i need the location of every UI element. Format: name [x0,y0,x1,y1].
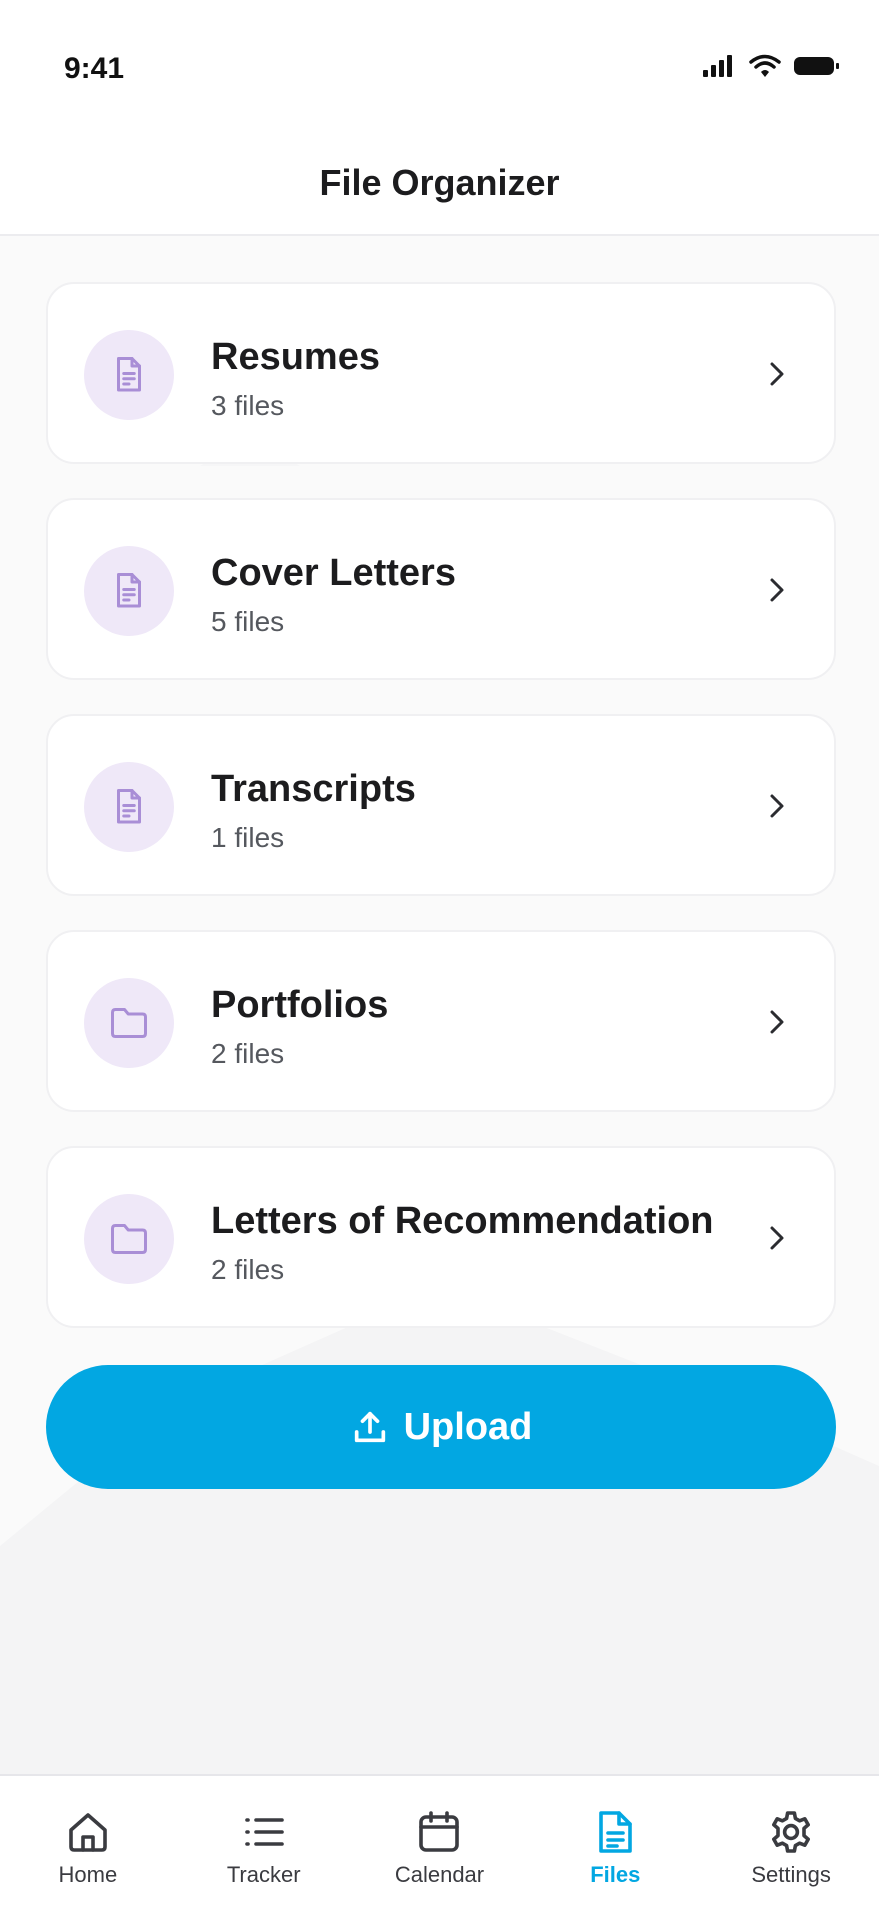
folder-icon-badge [84,330,174,420]
chevron-right-icon [770,1226,784,1250]
chevron-right-icon [770,794,784,818]
home-icon [69,1813,107,1852]
wifi-icon [749,54,781,77]
tab-settings[interactable]: Settings [703,1776,879,1920]
folder-card-portfolios[interactable]: Portfolios 2 files [46,930,836,1112]
upload-icon [354,1411,385,1443]
upload-button-label: Upload [403,1405,533,1448]
signal-icon [703,55,732,77]
file-icon [599,1811,633,1853]
folder-list: Resumes 3 files Cover Letters 5 files Tr… [46,282,836,1362]
folder-file-count: 5 files [211,606,285,637]
tab-tracker[interactable]: Tracker [176,1776,352,1920]
folder-icon-badge [84,1194,174,1284]
chevron-right-icon [770,1010,784,1034]
folder-card-letters-of-recommendation[interactable]: Letters of Recommendation 2 files [46,1146,836,1328]
upload-button[interactable]: Upload [46,1365,836,1489]
folder-name: Transcripts [211,768,416,810]
folder-card-resumes[interactable]: Resumes 3 files [46,282,836,464]
tab-label: Settings [751,1862,831,1887]
folder-file-count: 2 files [211,1254,285,1285]
bottom-tab-bar: Home Tracker Calendar Files Settings [0,1774,879,1920]
gear-icon [772,1811,811,1853]
folder-file-count: 1 files [211,822,285,853]
folder-file-count: 2 files [211,1038,285,1069]
app-header: File Organizer [0,120,879,236]
folder-card-cover-letters[interactable]: Cover Letters 5 files [46,498,836,680]
document-icon [117,789,141,824]
battery-icon [794,57,839,75]
folder-name: Letters of Recommendation [211,1200,714,1242]
list-icon [244,1818,284,1846]
page-title: File Organizer [319,162,560,203]
tab-label: Home [58,1862,118,1887]
status-bar: 9:41 [0,0,879,120]
tab-home[interactable]: Home [0,1776,176,1920]
folder-name: Portfolios [211,984,389,1026]
chevron-right-icon [770,578,784,602]
status-time: 9:41 [64,52,125,85]
folder-icon [111,1008,147,1038]
tab-label: Calendar [394,1862,485,1887]
folder-name: Resumes [211,336,380,378]
document-icon [117,357,141,392]
folder-icon-badge [84,978,174,1068]
folder-name: Cover Letters [211,552,456,594]
folder-card-transcripts[interactable]: Transcripts 1 files [46,714,836,896]
tab-label: Tracker [226,1862,301,1887]
document-icon [117,573,141,608]
status-icons [701,54,841,78]
tab-calendar[interactable]: Calendar [352,1776,528,1920]
folder-file-count: 3 files [211,390,285,421]
phone-screen: 9:41 File Organizer Resumes 3 files Cove… [0,0,879,1920]
calendar-icon [419,1811,460,1852]
folder-icon-badge [84,762,174,852]
chevron-right-icon [770,362,784,386]
tab-label: Files [590,1862,641,1887]
folder-icon [111,1224,147,1254]
tab-files[interactable]: Files [527,1776,703,1920]
folder-icon-badge [84,546,174,636]
